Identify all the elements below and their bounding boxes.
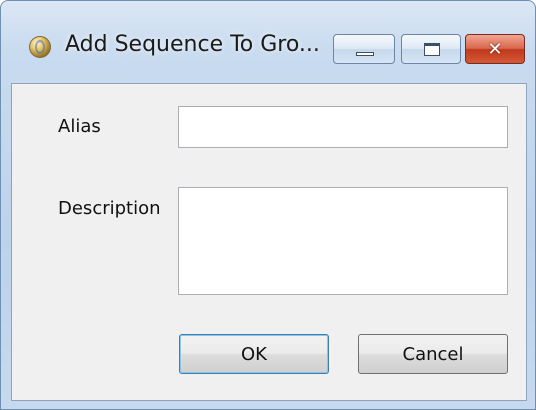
alias-input[interactable] [178,106,508,148]
title-bar[interactable]: Add Sequence To Gro... ✕ [1,1,535,79]
dialog-window: Add Sequence To Gro... ✕ Alias Descripti… [0,0,536,410]
dialog-body: Alias Description OK Cancel [11,83,527,401]
cancel-button[interactable]: Cancel [358,334,508,374]
description-textarea[interactable] [178,187,508,295]
maximize-button[interactable] [401,34,461,64]
description-label: Description [58,198,161,219]
ok-button[interactable]: OK [179,334,329,374]
minimize-icon [356,52,374,56]
maximize-icon [424,43,440,56]
close-icon: ✕ [487,38,503,60]
window-title: Add Sequence To Gro... [65,32,320,57]
close-button[interactable]: ✕ [465,34,525,64]
globe-app-icon[interactable] [29,36,51,58]
alias-label: Alias [58,116,101,137]
minimize-button[interactable] [333,34,395,64]
